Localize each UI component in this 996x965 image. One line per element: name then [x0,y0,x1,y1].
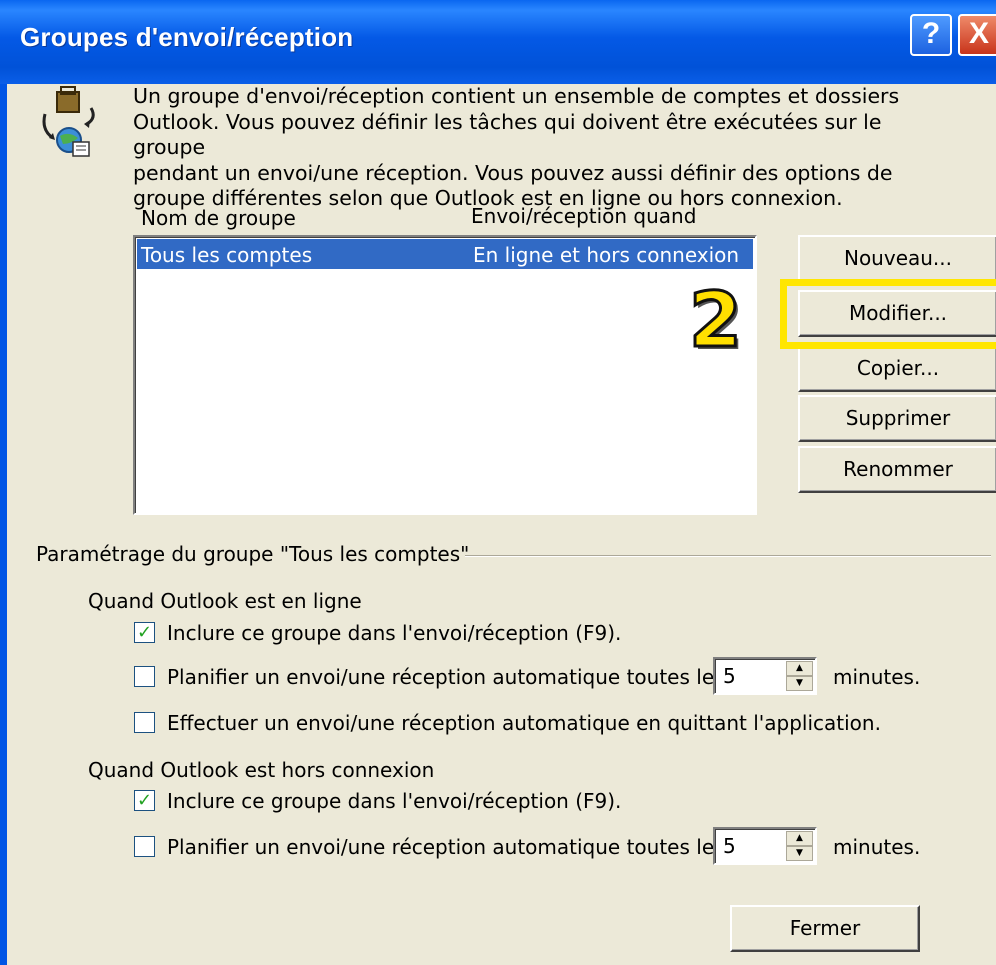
column-header-group-name[interactable]: Nom de groupe [141,206,296,230]
online-schedule-label[interactable]: Planifier un envoi/une réception automat… [167,665,725,689]
column-header-send-receive-when[interactable]: Envoi/réception quand [471,204,696,228]
spinner-arrows: ▲ ▼ [786,661,813,691]
help-button[interactable]: ? [910,14,952,56]
highlight-box [780,279,996,349]
spin-down-icon[interactable]: ▼ [786,676,813,691]
offline-minutes-value[interactable]: 5 [723,834,736,858]
group-divider [465,555,991,557]
title-bar[interactable]: Groupes d'envoi/réception ? X [0,0,996,84]
send-receive-icon [42,86,95,157]
online-minutes-value[interactable]: 5 [723,664,736,688]
online-minutes-spinner[interactable]: 5 ▲ ▼ [713,657,817,695]
spin-up-icon[interactable]: ▲ [786,661,813,676]
rename-button[interactable]: Renommer [798,446,996,493]
intro-text: Un groupe d'envoi/réception contient un … [133,84,900,210]
copy-button[interactable]: Copier... [798,345,996,392]
online-include-checkbox[interactable]: ✓ [134,622,155,643]
dialog-body: Un groupe d'envoi/réception contient un … [7,84,996,965]
close-window-button[interactable]: X [958,14,996,56]
settings-group-title: Paramétrage du groupe "Tous les comptes" [36,542,470,566]
online-include-label[interactable]: Inclure ce groupe dans l'envoi/réception… [167,621,621,645]
group-name-cell: Tous les comptes [141,243,313,267]
close-button[interactable]: Fermer [730,905,920,952]
offline-include-checkbox[interactable]: ✓ [134,790,155,811]
online-section-title: Quand Outlook est en ligne [88,589,362,613]
step-number-label: 2 [688,275,744,364]
offline-section-title: Quand Outlook est hors connexion [88,758,435,782]
online-on-exit-checkbox[interactable] [134,712,155,733]
offline-schedule-label[interactable]: Planifier un envoi/une réception automat… [167,835,725,859]
offline-schedule-checkbox[interactable] [134,836,155,857]
new-button[interactable]: Nouveau... [798,235,996,282]
send-receive-when-cell: En ligne et hors connexion [473,243,740,267]
list-item[interactable]: Tous les comptes En ligne et hors connex… [137,239,753,269]
delete-button[interactable]: Supprimer [798,395,996,442]
dialog-window: Groupes d'envoi/réception ? X Un groupe … [0,0,996,965]
spin-down-icon[interactable]: ▼ [786,846,813,861]
online-minutes-unit: minutes. [833,665,921,689]
offline-minutes-unit: minutes. [833,835,921,859]
spin-up-icon[interactable]: ▲ [786,831,813,846]
offline-minutes-spinner[interactable]: 5 ▲ ▼ [713,827,817,865]
dialog-title: Groupes d'envoi/réception [20,22,354,52]
group-list[interactable]: Tous les comptes En ligne et hors connex… [133,235,757,515]
online-on-exit-label[interactable]: Effectuer un envoi/une réception automat… [167,711,881,735]
online-schedule-checkbox[interactable] [134,666,155,687]
offline-include-label[interactable]: Inclure ce groupe dans l'envoi/réception… [167,789,621,813]
spinner-arrows: ▲ ▼ [786,831,813,861]
